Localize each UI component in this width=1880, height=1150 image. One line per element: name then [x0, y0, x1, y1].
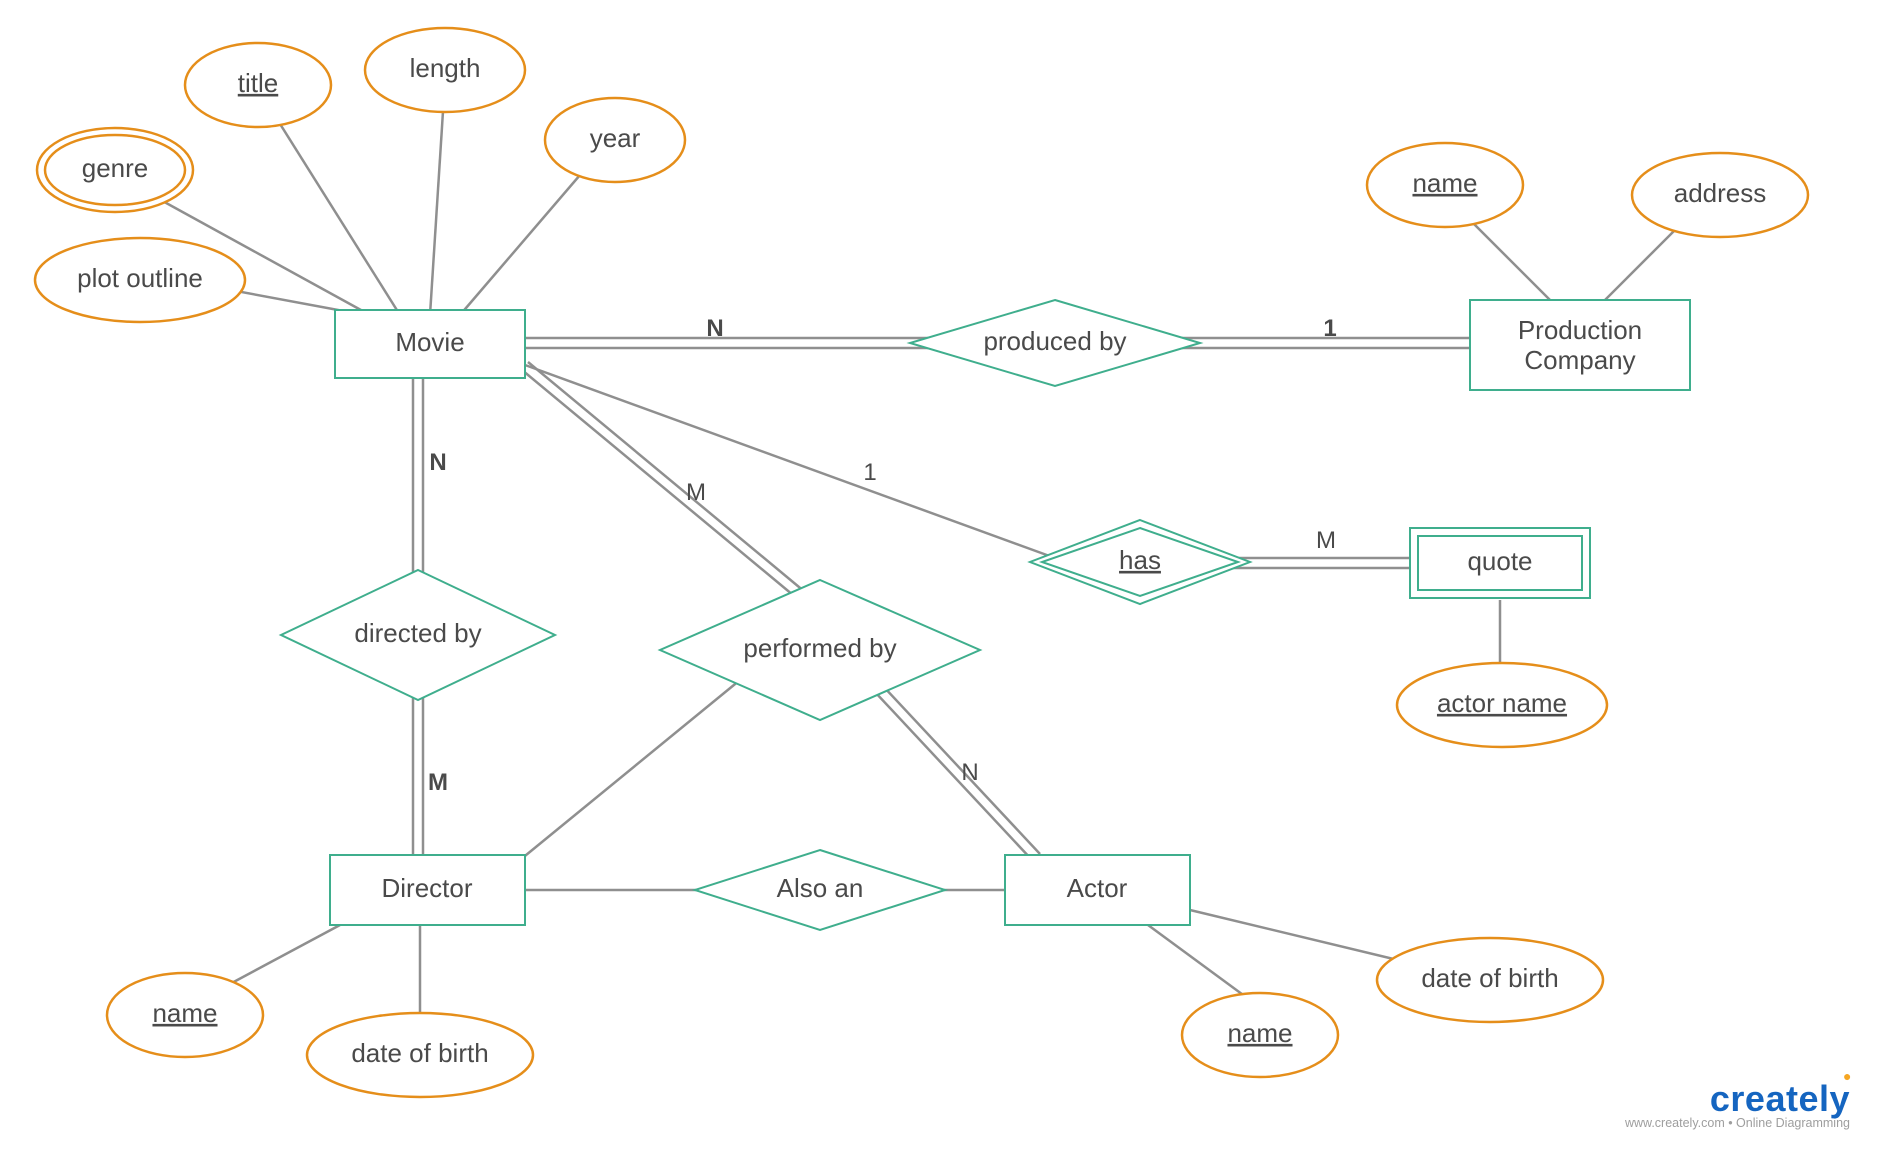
- rel-directedby-label: directed by: [354, 618, 481, 648]
- watermark-brand: creately ●: [1625, 1078, 1850, 1120]
- card-movie-has: 1: [863, 459, 876, 486]
- conn-movie-performed-b: [528, 362, 811, 597]
- entity-director-label: Director: [381, 873, 472, 903]
- attr-pc-name-label: name: [1412, 168, 1477, 198]
- bulb-icon: ●: [1843, 1068, 1852, 1084]
- attr-genre-label: genre: [82, 153, 149, 183]
- card-performed-actor: N: [961, 759, 978, 786]
- card-movie-producedby: N: [706, 315, 723, 342]
- conn-movie-performed-a: [522, 370, 805, 605]
- card-has-quote: M: [1316, 527, 1336, 554]
- attr-length-label: length: [410, 53, 481, 83]
- rel-producedby-label: produced by: [983, 326, 1126, 356]
- conn-performed-actor-a: [875, 692, 1032, 860]
- attr-plot-label: plot outline: [77, 263, 203, 293]
- attr-dir-name-label: name: [152, 998, 217, 1028]
- watermark-brand-text: creately: [1710, 1078, 1850, 1119]
- entity-actor-label: Actor: [1067, 873, 1128, 903]
- entity-quote-label: quote: [1467, 546, 1532, 576]
- watermark: creately ● www.creately.com • Online Dia…: [1625, 1078, 1850, 1130]
- card-directed-director: M: [428, 769, 448, 796]
- entity-movie-label: Movie: [395, 327, 464, 357]
- attr-year-label: year: [590, 123, 641, 153]
- attr-dir-dob-label: date of birth: [351, 1038, 488, 1068]
- conn-movie-length: [430, 80, 445, 315]
- attr-pc-address-label: address: [1674, 178, 1767, 208]
- attr-actor-name-label: name: [1227, 1018, 1292, 1048]
- conn-actor-name: [1148, 925, 1250, 1000]
- rel-has-label: has: [1119, 545, 1161, 575]
- er-diagram: .entity-rect { fill:#ffffff; stroke:#3fa…: [0, 0, 1880, 1150]
- entity-pc-label-1: Production: [1518, 315, 1642, 345]
- card-movie-performed: M: [686, 479, 706, 506]
- conn-movie-title: [265, 100, 400, 315]
- attr-actor-dob-label: date of birth: [1421, 963, 1558, 993]
- rel-alsoan-label: Also an: [777, 873, 864, 903]
- conn-movie-has: [525, 365, 1055, 558]
- rel-performedby-label: performed by: [743, 633, 896, 663]
- card-producedby-pc: 1: [1323, 315, 1336, 342]
- conn-performed-director: [520, 680, 740, 860]
- entity-pc-label-2: Company: [1524, 345, 1635, 375]
- card-movie-directed: N: [429, 449, 446, 476]
- attr-quote-actorname-label: actor name: [1437, 688, 1567, 718]
- attr-title-label: title: [238, 68, 278, 98]
